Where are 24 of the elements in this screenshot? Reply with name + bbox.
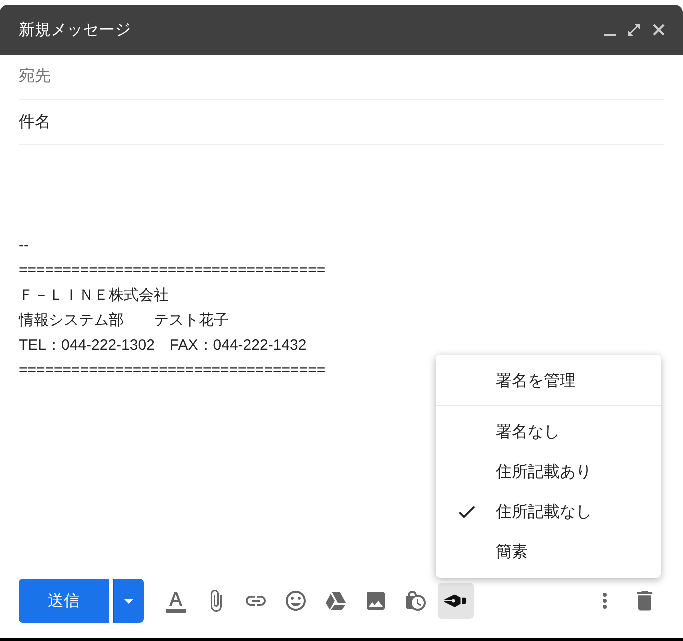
- signature-line: Ｆ－ＬＩＮＥ株式会社: [19, 286, 169, 306]
- minimize-icon: [604, 34, 616, 36]
- send-button[interactable]: 送信: [19, 579, 109, 623]
- signature-line: ===================================: [19, 361, 326, 381]
- signature-line: --: [19, 236, 29, 256]
- lock-clock-icon: [404, 589, 428, 613]
- signature-line: 情報システム部 テスト花子: [19, 311, 229, 331]
- signature-line: TEL：044-222-1302 FAX：044-222-1432: [19, 336, 307, 356]
- photo-icon: [364, 589, 388, 613]
- menu-item[interactable]: 住所記載あり: [436, 452, 661, 492]
- menu-item[interactable]: 署名なし: [436, 412, 661, 452]
- menu-item[interactable]: 簡素: [436, 532, 661, 572]
- drive-icon: [326, 592, 346, 610]
- text-format-icon: [164, 589, 188, 613]
- menu-item[interactable]: 署名を管理: [436, 361, 661, 401]
- expand-icon: [626, 22, 642, 38]
- more-icon: [603, 593, 607, 609]
- menu-item[interactable]: 住所記載なし: [436, 492, 661, 532]
- send-options-button[interactable]: [113, 579, 144, 623]
- caret-icon: [124, 598, 134, 604]
- smiley-icon: [284, 589, 308, 613]
- signature-button[interactable]: [438, 583, 474, 619]
- signature-line: ===================================: [19, 261, 326, 281]
- window-title: 新規メッセージ: [19, 20, 132, 40]
